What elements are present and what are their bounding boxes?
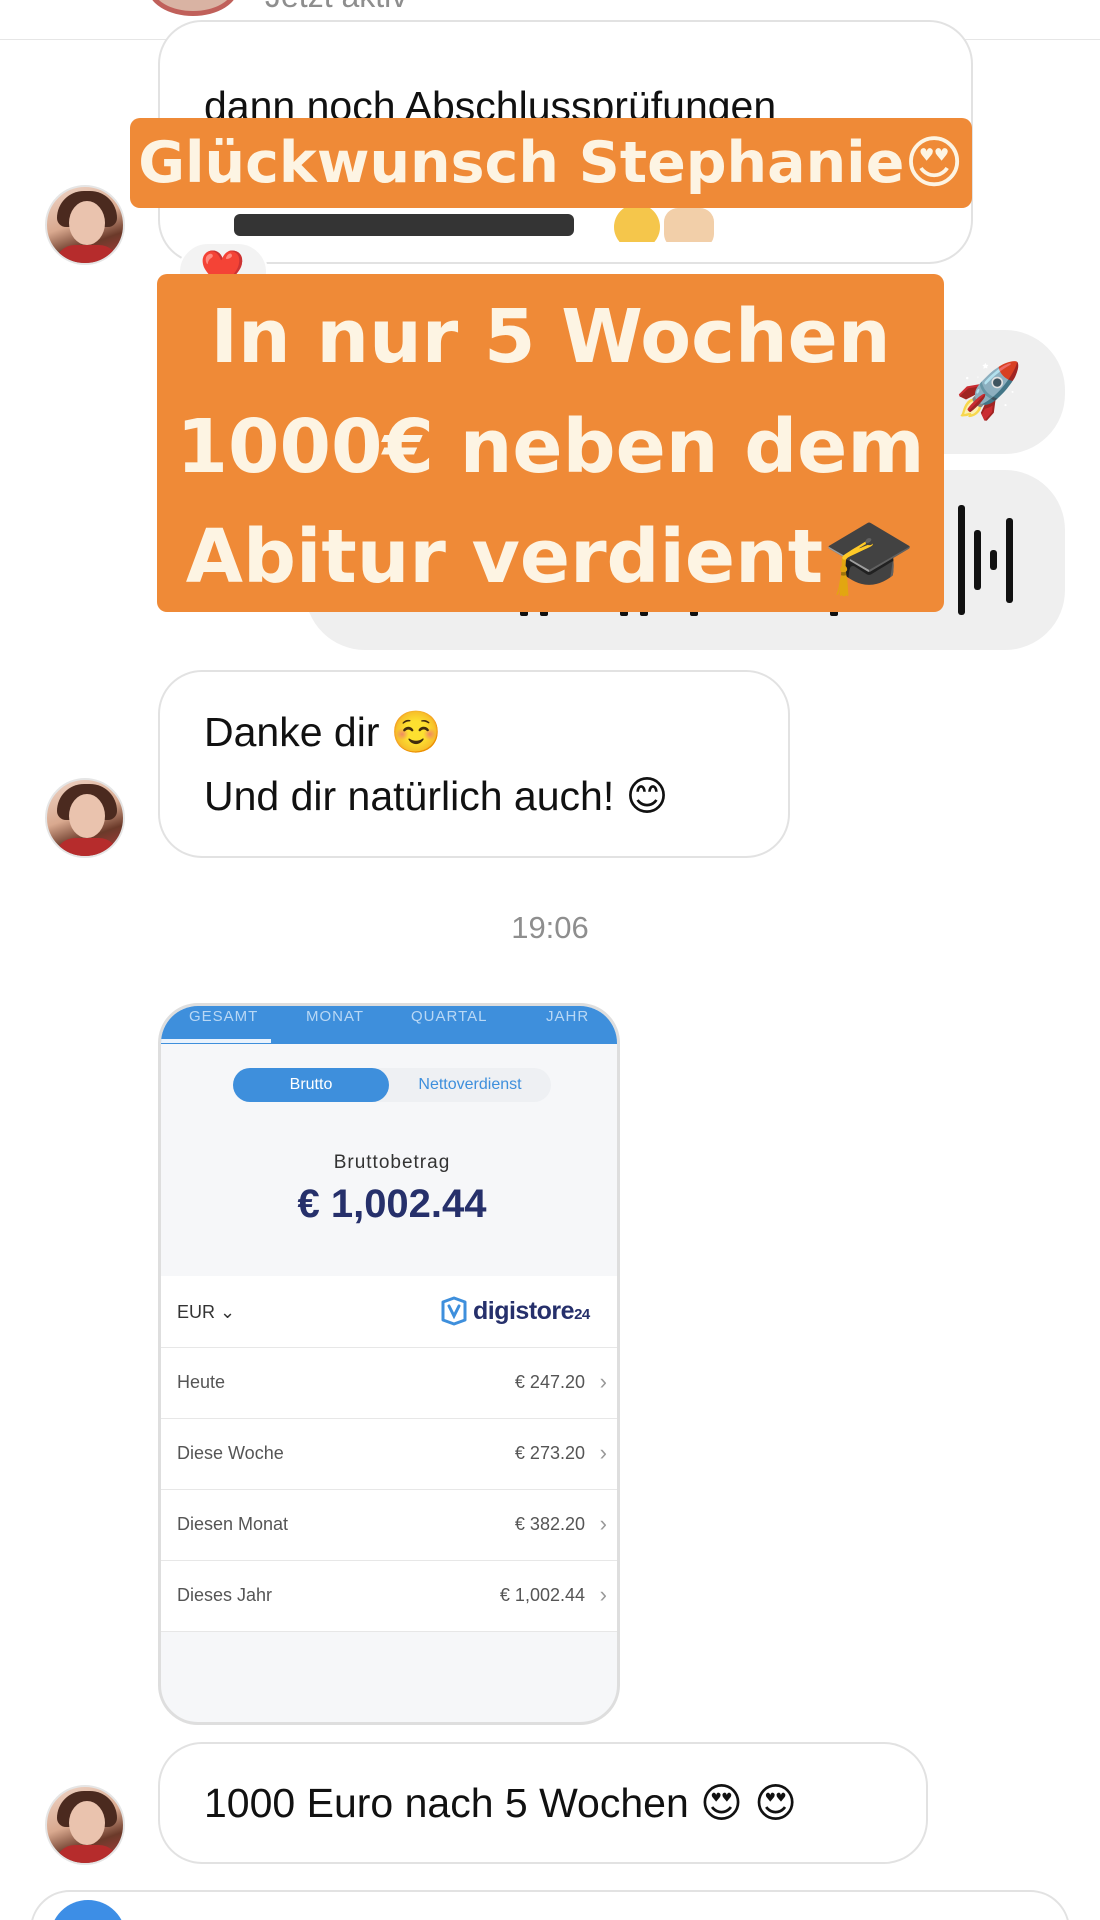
earnings-amount: € 382.20	[514, 1514, 585, 1534]
caption-headline: In nur 5 Wochen 1000€ neben dem Abitur v…	[157, 274, 944, 612]
earnings-amount: € 1,002.44	[499, 1585, 585, 1605]
earnings-period: Dieses Jahr	[177, 1585, 273, 1605]
message-timestamp: 19:06	[511, 910, 589, 945]
earnings-tab-bar: GESAMT MONAT QUARTAL JAHR	[161, 1006, 617, 1044]
chevron-right-icon: ›	[599, 1440, 607, 1465]
earnings-row: Dieses Jahr € 1,002.44 ›	[161, 1561, 617, 1632]
earnings-row: Heute € 247.20 ›	[161, 1348, 617, 1419]
gross-amount: € 1,002.44	[297, 1182, 487, 1226]
caption-congrats: Glückwunsch Stephanie😍	[130, 118, 972, 208]
caption-line: 1000€ neben dem	[176, 404, 925, 490]
earnings-period: Diese Woche	[177, 1443, 284, 1463]
contact-avatar[interactable]	[45, 1785, 125, 1865]
active-status: Jetzt aktiv	[265, 0, 407, 15]
gross-label: Bruttobetrag	[333, 1152, 451, 1173]
currency-selector: EUR ⌄	[177, 1302, 236, 1322]
tab-total: GESAMT	[189, 1008, 259, 1025]
message-input[interactable]	[30, 1890, 1070, 1920]
currency-row: EUR ⌄ digistore24	[161, 1276, 617, 1348]
tab-quarter: QUARTAL	[411, 1008, 488, 1025]
earnings-amount: € 247.20	[514, 1372, 585, 1392]
logo-suffix: 24	[574, 1306, 590, 1323]
earnings-amount: € 273.20	[514, 1443, 585, 1463]
toggle-net: Nettoverdienst	[418, 1076, 522, 1093]
chevron-right-icon: ›	[599, 1511, 607, 1536]
earnings-period: Heute	[177, 1372, 226, 1392]
earnings-period: Diesen Monat	[177, 1514, 289, 1534]
caption-line: In nur 5 Wochen	[210, 294, 891, 380]
chevron-right-icon: ›	[599, 1369, 607, 1394]
tab-year: JAHR	[546, 1008, 590, 1025]
message-bubble[interactable]: Danke dir ☺️ Und dir natürlich auch! 😊	[158, 670, 790, 858]
shared-screenshot[interactable]: GESAMT MONAT QUARTAL JAHR Brutto Nettove…	[158, 1003, 620, 1725]
gross-net-toggle: Brutto Nettoverdienst	[233, 1068, 551, 1102]
contact-avatar[interactable]	[45, 185, 125, 265]
contact-avatar[interactable]	[45, 778, 125, 858]
message-text: 1000 Euro nach 5 Wochen 😍 😍	[204, 1780, 798, 1826]
chevron-right-icon: ›	[599, 1582, 607, 1607]
logo-name: digistore	[473, 1297, 575, 1325]
rocket-icon: 🚀	[955, 361, 1023, 421]
earnings-row: Diese Woche € 273.20 ›	[161, 1419, 617, 1490]
tab-month: MONAT	[306, 1008, 365, 1025]
toggle-gross: Brutto	[233, 1068, 389, 1102]
message-text: Danke dir ☺️ Und dir natürlich auch! 😊	[204, 709, 669, 819]
caption-line: Abitur verdient🎓	[185, 514, 916, 600]
message-bubble[interactable]: 1000 Euro nach 5 Wochen 😍 😍	[158, 1742, 928, 1864]
audio-waveform-icon	[958, 505, 1028, 615]
digistore-logo-icon	[441, 1296, 467, 1326]
message-text-obscured	[204, 202, 724, 242]
active-tab-indicator	[161, 1039, 271, 1043]
earnings-row: Diesen Monat € 382.20 ›	[161, 1490, 617, 1561]
